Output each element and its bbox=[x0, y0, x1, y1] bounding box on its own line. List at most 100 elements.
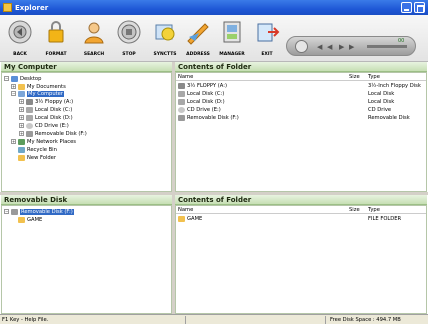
tree-item-label: My Network Places bbox=[27, 138, 76, 145]
tree-item-label: Removable Disk (F:) bbox=[35, 130, 87, 137]
address-label: ADDRESS bbox=[186, 52, 210, 57]
tree-item-local-disk-d[interactable]: + Local Disk (D:) bbox=[19, 114, 73, 121]
tree-item-removable-disk[interactable]: − Removable Disk (F:) bbox=[4, 208, 74, 215]
address-icon bbox=[187, 23, 209, 45]
file-row[interactable]: 3½ FLOPPY (A:) 3½-Inch Floppy Disk bbox=[178, 83, 424, 90]
tree-item-label: Desktop bbox=[20, 75, 42, 82]
address-button[interactable]: ADDRESS bbox=[181, 17, 215, 61]
computer-icon bbox=[18, 90, 25, 97]
removable-tree: − Removable Disk (F:) GAME bbox=[1, 205, 172, 314]
synctts-label: SYNCTTS bbox=[153, 52, 177, 57]
expander-icon[interactable]: + bbox=[19, 131, 24, 136]
tree-item-floppy[interactable]: + 3½ Floppy (A:) bbox=[19, 98, 73, 105]
media-prev-icon[interactable]: ◀ bbox=[317, 43, 322, 51]
file-row[interactable]: CD Drive (E:) CD Drive bbox=[178, 107, 424, 114]
tree-item-my-documents[interactable]: + My Documents bbox=[11, 83, 66, 90]
tree-item-new-folder[interactable]: New Folder bbox=[18, 154, 56, 161]
file-type: Removable Disk bbox=[368, 115, 410, 121]
tree-item-game[interactable]: GAME bbox=[18, 216, 42, 223]
expander-icon[interactable]: + bbox=[19, 107, 24, 112]
media-rewind-icon[interactable]: ◀ bbox=[327, 43, 332, 51]
volume-slider[interactable] bbox=[367, 45, 407, 48]
expander-icon[interactable]: + bbox=[19, 123, 24, 128]
column-header-size[interactable]: Size bbox=[349, 207, 360, 213]
status-separator bbox=[185, 316, 186, 324]
tree-item-label: Recycle Bin bbox=[27, 146, 57, 153]
expander-icon[interactable]: + bbox=[11, 84, 16, 89]
folder-icon bbox=[178, 216, 185, 222]
manager-label: MANAGER bbox=[219, 52, 245, 57]
column-header-name[interactable]: Name bbox=[178, 207, 193, 213]
removable-pane-header: Removable Disk bbox=[1, 195, 172, 205]
status-bar: F1 Key - Help File. Free Disk Space : 49… bbox=[0, 314, 428, 324]
tree-item-removable-disk[interactable]: + Removable Disk (F:) bbox=[19, 130, 87, 137]
tree-item-label: New Folder bbox=[27, 154, 56, 161]
column-header-type[interactable]: Type bbox=[368, 207, 380, 213]
format-button[interactable]: FORMAT bbox=[39, 17, 73, 61]
tree-item-label: Removable Disk (F:) bbox=[20, 208, 74, 215]
tree-item-cd-drive[interactable]: + CD Drive (E:) bbox=[19, 122, 69, 129]
manager-icon bbox=[223, 21, 241, 43]
media-controls: ◀ ◀ ▶ ▶ bbox=[286, 36, 416, 56]
expander-icon[interactable]: − bbox=[11, 91, 16, 96]
network-icon bbox=[18, 138, 25, 145]
folder-icon bbox=[18, 83, 25, 90]
format-label: FORMAT bbox=[45, 52, 67, 57]
folder-icon bbox=[18, 216, 25, 223]
file-row[interactable]: Local Disk (C:) Local Disk bbox=[178, 91, 424, 98]
folder-icon bbox=[18, 154, 25, 161]
disk-icon bbox=[26, 106, 33, 113]
minimize-button[interactable] bbox=[401, 2, 412, 13]
expander-icon[interactable]: + bbox=[19, 99, 24, 104]
file-type: Local Disk bbox=[368, 91, 395, 97]
column-header-name[interactable]: Name bbox=[178, 74, 193, 80]
media-disc-icon[interactable] bbox=[295, 40, 308, 53]
column-header-size[interactable]: Size bbox=[349, 74, 360, 80]
expander-icon[interactable]: + bbox=[19, 115, 24, 120]
tree-item-network[interactable]: + My Network Places bbox=[11, 138, 76, 145]
back-button[interactable]: BACK bbox=[3, 17, 37, 61]
folder-tree: − Desktop + My Documents − My Computer +… bbox=[1, 72, 172, 192]
media-time: 00 bbox=[398, 38, 405, 44]
file-name: Local Disk (C:) bbox=[187, 91, 225, 97]
file-row[interactable]: Removable Disk (F:) Removable Disk bbox=[178, 115, 424, 122]
search-button[interactable]: SEARCH bbox=[77, 17, 111, 61]
column-header-row: Name Size Type bbox=[176, 206, 426, 214]
tree-item-my-computer[interactable]: − My Computer bbox=[11, 90, 64, 97]
cd-icon bbox=[26, 122, 33, 129]
tree-item-label: My Computer bbox=[27, 90, 64, 97]
removable-disk-icon bbox=[178, 115, 185, 121]
desktop-icon bbox=[11, 75, 18, 82]
removable-disk-icon bbox=[11, 208, 18, 215]
media-next-icon[interactable]: ▶ bbox=[349, 43, 354, 51]
expander-icon[interactable]: − bbox=[4, 76, 9, 81]
tree-item-local-disk-c[interactable]: + Local Disk (C:) bbox=[19, 106, 72, 113]
media-play-icon[interactable]: ▶ bbox=[339, 43, 344, 51]
stop-label: STOP bbox=[122, 52, 136, 57]
expander-icon[interactable]: − bbox=[4, 209, 9, 214]
exit-button[interactable]: EXIT bbox=[250, 17, 284, 61]
tree-item-recycle-bin[interactable]: Recycle Bin bbox=[18, 146, 57, 153]
tree-item-label: 3½ Floppy (A:) bbox=[35, 98, 74, 105]
file-row[interactable]: GAME FILE FOLDER bbox=[178, 216, 424, 223]
contents-list-2: Name Size Type GAME FILE FOLDER bbox=[175, 205, 427, 314]
tree-item-label: CD Drive (E:) bbox=[35, 122, 69, 129]
column-header-type[interactable]: Type bbox=[368, 74, 380, 80]
synctts-button[interactable]: SYNCTTS bbox=[148, 17, 182, 61]
contents-list: Name Size Type 3½ FLOPPY (A:) 3½-Inch Fl… bbox=[175, 72, 427, 192]
file-type: FILE FOLDER bbox=[368, 216, 402, 222]
title-bar: Explorer bbox=[0, 0, 428, 15]
maximize-button[interactable] bbox=[414, 2, 425, 13]
search-label: SEARCH bbox=[83, 52, 105, 57]
file-name: 3½ FLOPPY (A:) bbox=[187, 83, 227, 89]
tree-item-desktop[interactable]: − Desktop bbox=[4, 75, 41, 82]
expander-icon[interactable]: + bbox=[11, 139, 16, 144]
file-row[interactable]: Local Disk (D:) Local Disk bbox=[178, 99, 424, 106]
stop-button[interactable]: STOP bbox=[112, 17, 146, 61]
back-label: BACK bbox=[13, 52, 27, 57]
status-help-text: F1 Key - Help File. bbox=[2, 317, 49, 323]
contents-pane-2-header: Contents of Folder bbox=[175, 195, 427, 205]
file-type: 3½-Inch Floppy Disk bbox=[368, 83, 421, 89]
exit-label: EXIT bbox=[261, 52, 273, 57]
manager-button[interactable]: MANAGER bbox=[215, 17, 249, 61]
